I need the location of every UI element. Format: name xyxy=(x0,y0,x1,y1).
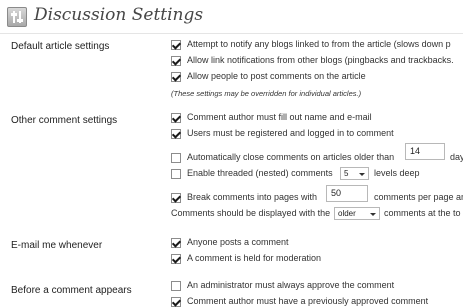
email-anyone-posts-label: Anyone posts a comment xyxy=(187,237,289,247)
auto-close-comments-checkbox[interactable] xyxy=(171,153,181,163)
override-note: (These settings may be overridden for in… xyxy=(171,89,362,98)
previously-approved-checkbox[interactable] xyxy=(171,297,181,307)
other-comment-settings-label: Other comment settings xyxy=(11,115,118,126)
author-fill-name-email-checkbox[interactable] xyxy=(171,113,181,123)
chevron-down-icon xyxy=(370,213,376,216)
threaded-comments-checkbox[interactable] xyxy=(171,169,181,179)
thread-depth-select[interactable]: 5 xyxy=(340,167,369,180)
thread-depth-suffix: levels deep xyxy=(374,168,420,178)
email-held-moderation-checkbox[interactable] xyxy=(171,254,181,264)
display-order-select[interactable]: older xyxy=(334,207,380,220)
title-divider xyxy=(0,33,463,34)
author-fill-name-email-label: Comment author must fill out name and e-… xyxy=(187,112,372,122)
allow-comments-label: Allow people to post comments on the art… xyxy=(187,71,366,81)
comments-per-page-input[interactable]: 50 xyxy=(326,185,368,202)
email-anyone-posts-checkbox[interactable] xyxy=(171,238,181,248)
thread-depth-value: 5 xyxy=(344,169,349,178)
chevron-down-icon xyxy=(359,173,365,176)
paged-comments-checkbox[interactable] xyxy=(171,193,181,203)
display-order-value: older xyxy=(338,209,356,218)
allow-link-notifications-label: Allow link notifications from other blog… xyxy=(187,55,454,65)
page-title: Discussion Settings xyxy=(34,5,204,25)
auto-close-days-input[interactable]: 14 xyxy=(405,143,445,160)
registered-to-comment-checkbox[interactable] xyxy=(171,129,181,139)
auto-close-days-suffix: day xyxy=(450,152,463,162)
email-held-moderation-label: A comment is held for moderation xyxy=(187,253,322,263)
email-me-whenever-label: E-mail me whenever xyxy=(11,240,103,251)
default-article-settings-label: Default article settings xyxy=(11,41,110,52)
admin-approve-label: An administrator must always approve the… xyxy=(187,280,395,290)
allow-link-notifications-checkbox[interactable] xyxy=(171,56,181,66)
notify-linked-blogs-checkbox[interactable] xyxy=(171,40,181,50)
registered-to-comment-label: Users must be registered and logged in t… xyxy=(187,128,394,138)
allow-comments-checkbox[interactable] xyxy=(171,72,181,82)
paged-comments-label: Break comments into pages with xyxy=(187,192,318,202)
before-comment-appears-label: Before a comment appears xyxy=(11,285,132,296)
discussion-settings-icon xyxy=(7,7,27,27)
auto-close-comments-label: Automatically close comments on articles… xyxy=(187,152,395,162)
notify-linked-blogs-label: Attempt to notify any blogs linked to fr… xyxy=(187,39,451,49)
admin-approve-checkbox[interactable] xyxy=(171,281,181,291)
display-order-suffix: comments at the to xyxy=(384,208,461,218)
previously-approved-label: Comment author must have a previously ap… xyxy=(187,296,429,306)
threaded-comments-label: Enable threaded (nested) comments xyxy=(187,168,333,178)
display-order-label: Comments should be displayed with the xyxy=(171,208,331,218)
comments-per-page-suffix: comments per page an xyxy=(374,192,463,202)
